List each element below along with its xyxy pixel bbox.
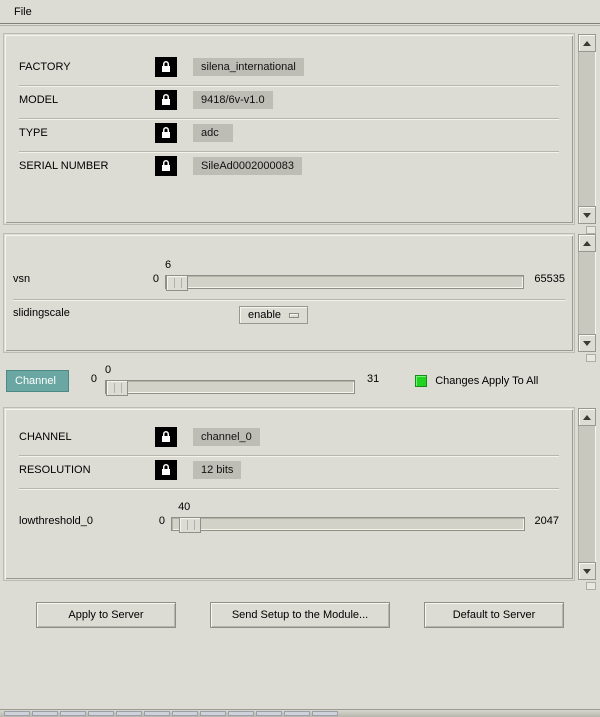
field-model-label: MODEL — [19, 94, 139, 106]
lock-icon — [155, 57, 177, 77]
send-button[interactable]: Send Setup to the Module... — [210, 602, 390, 628]
chevron-down-icon — [289, 313, 299, 318]
vsn-value: 6 — [165, 259, 171, 271]
scroll-up-icon[interactable] — [578, 234, 596, 252]
lock-icon — [155, 123, 177, 143]
vsn-max: 65535 — [530, 273, 565, 289]
lock-icon — [155, 156, 177, 176]
channel-panel: CHANNEL channel_0 RESOLUTION 12 bits low… — [4, 408, 596, 580]
vsn-slider[interactable] — [165, 275, 524, 289]
channel-selector: Channel 0 0 31 Changes Apply To All — [2, 362, 598, 404]
apply-button[interactable]: Apply to Server — [36, 602, 176, 628]
field-serial-value: SileAd0002000083 — [193, 157, 302, 175]
channel-name-row: CHANNEL channel_0 — [19, 423, 559, 456]
vsn-label: vsn — [13, 273, 133, 289]
vsn-slider-row: vsn 0 6 65535 — [13, 257, 565, 300]
channel-slider-thumb[interactable] — [106, 380, 128, 396]
channel-slider[interactable] — [105, 380, 355, 394]
field-type: TYPE adc — [19, 119, 559, 152]
field-factory-label: FACTORY — [19, 61, 139, 73]
channel-name-label: CHANNEL — [19, 431, 139, 443]
scroll-down-icon[interactable] — [578, 562, 596, 580]
channel-scrollbar[interactable] — [578, 408, 596, 580]
slidingscale-dropdown[interactable]: enable — [239, 306, 308, 324]
channel-min: 0 — [77, 373, 97, 389]
scroll-track[interactable] — [578, 426, 596, 562]
lowthreshold-value: 40 — [178, 501, 190, 513]
channel-button[interactable]: Channel — [6, 370, 69, 392]
scroll-track[interactable] — [578, 52, 596, 206]
menu-file[interactable]: File — [10, 4, 36, 20]
lowthreshold-min: 0 — [145, 515, 165, 531]
slidingscale-label: slidingscale — [13, 307, 133, 323]
params-scrollbar[interactable] — [578, 234, 596, 352]
field-factory: FACTORY silena_international — [19, 53, 559, 86]
resolution-label: RESOLUTION — [19, 464, 139, 476]
field-serial-label: SERIAL NUMBER — [19, 160, 139, 172]
field-factory-value: silena_international — [193, 58, 304, 76]
splitter-handle[interactable] — [586, 226, 596, 234]
splitter-handle[interactable] — [586, 582, 596, 590]
field-model: MODEL 9418/6v-v1.0 — [19, 86, 559, 119]
scroll-up-icon[interactable] — [578, 408, 596, 426]
channel-name-value: channel_0 — [193, 428, 260, 446]
vsn-min: 0 — [139, 273, 159, 289]
params-panel: vsn 0 6 65535 slidingscale enable — [4, 234, 596, 352]
field-type-label: TYPE — [19, 127, 139, 139]
default-button[interactable]: Default to Server — [424, 602, 564, 628]
lowthreshold-slider[interactable] — [171, 517, 525, 531]
field-type-value: adc — [193, 124, 233, 142]
lock-icon — [155, 427, 177, 447]
lock-icon — [155, 460, 177, 480]
scroll-down-icon[interactable] — [578, 334, 596, 352]
slidingscale-row: slidingscale enable — [13, 300, 565, 334]
lowthreshold-row: lowthreshold_0 0 40 2047 — [19, 489, 559, 541]
menubar: File — [0, 0, 600, 24]
lowthreshold-label: lowthreshold_0 — [19, 515, 139, 531]
apply-all-checkbox[interactable] — [415, 375, 427, 387]
resolution-row: RESOLUTION 12 bits — [19, 456, 559, 489]
channel-value: 0 — [105, 364, 111, 376]
device-panel: FACTORY silena_international MODEL 9418/… — [4, 34, 596, 224]
field-serial: SERIAL NUMBER SileAd0002000083 — [19, 152, 559, 184]
vsn-slider-thumb[interactable] — [166, 275, 188, 291]
lowthreshold-slider-thumb[interactable] — [179, 517, 201, 533]
lowthreshold-max: 2047 — [531, 515, 559, 531]
scroll-track[interactable] — [578, 252, 596, 334]
lock-icon — [155, 90, 177, 110]
slidingscale-value: enable — [248, 309, 281, 321]
apply-all-label: Changes Apply To All — [435, 375, 538, 387]
splitter-handle[interactable] — [586, 354, 596, 362]
scroll-up-icon[interactable] — [578, 34, 596, 52]
resolution-value: 12 bits — [193, 461, 241, 479]
device-scrollbar[interactable] — [578, 34, 596, 224]
field-model-value: 9418/6v-v1.0 — [193, 91, 273, 109]
taskbar — [0, 709, 600, 717]
button-bar: Apply to Server Send Setup to the Module… — [2, 590, 598, 634]
scroll-down-icon[interactable] — [578, 206, 596, 224]
channel-max: 31 — [363, 373, 379, 389]
